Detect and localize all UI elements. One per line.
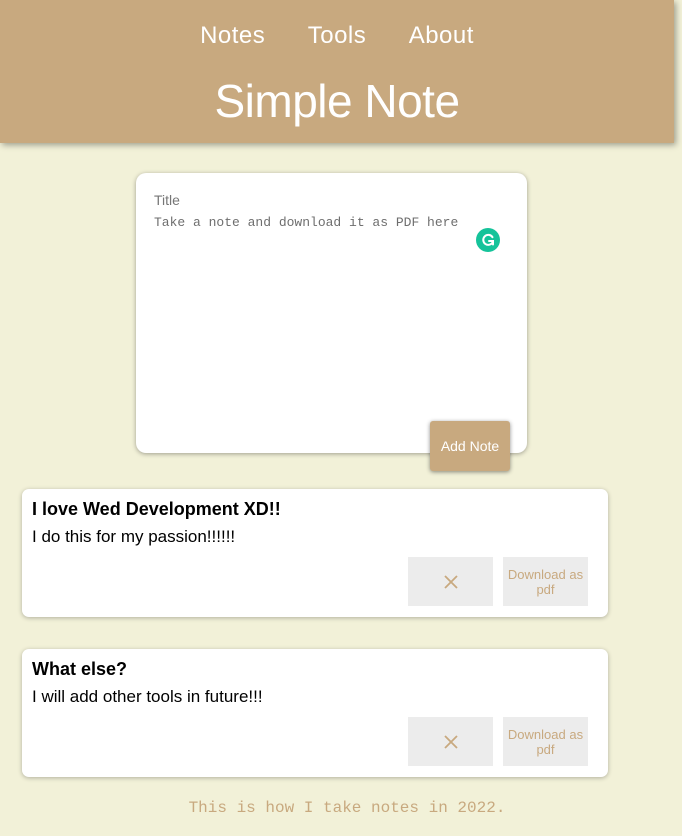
add-note-button[interactable]: Add Note [430, 421, 510, 471]
grammarly-icon[interactable] [476, 228, 500, 252]
note-composer [136, 173, 527, 453]
main-nav: Notes Tools About [0, 22, 674, 50]
close-icon [443, 574, 458, 589]
note-card: What else? I will add other tools in fut… [22, 649, 608, 777]
note-body: I do this for my passion!!!!!! [32, 527, 236, 546]
title-input[interactable] [154, 191, 474, 209]
nav-notes[interactable]: Notes [200, 22, 265, 50]
delete-note-button[interactable] [408, 717, 493, 766]
note-body-input[interactable] [154, 215, 484, 415]
delete-note-button[interactable] [408, 557, 493, 606]
nav-tools[interactable]: Tools [308, 22, 367, 50]
note-title: What else? [32, 659, 128, 679]
close-icon [443, 734, 458, 749]
note-title: I love Wed Development XD!! [32, 499, 281, 519]
site-header: Notes Tools About Simple Note [0, 0, 674, 143]
download-pdf-button[interactable]: Download as pdf [503, 717, 588, 766]
footer-text: This is how I take notes in 2022. [188, 799, 506, 817]
site-title: Simple Note [214, 75, 460, 127]
note-body: I will add other tools in future!!! [32, 687, 263, 706]
download-pdf-button[interactable]: Download as pdf [503, 557, 588, 606]
note-card: I love Wed Development XD!! I do this fo… [22, 489, 608, 617]
nav-about[interactable]: About [409, 22, 474, 50]
